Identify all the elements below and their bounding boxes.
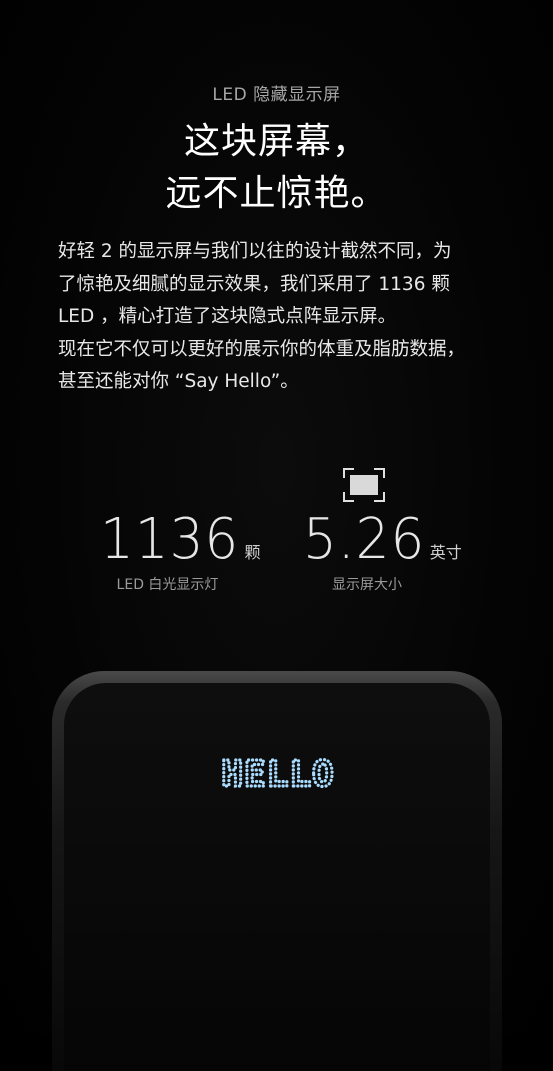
headline-line-1: 这块屏幕， [183,121,369,162]
stat-led-count: 1136 颗 LED 白光显示灯 [100,508,270,594]
stat-screen-size-caption: 显示屏大小 [332,577,402,593]
description: 好轻 2 的显示屏与我们以往的设计截然不同，为 了惊艳及细腻的显示效果，我们采用… [58,236,518,399]
scale-device [52,671,502,1071]
eyebrow-label: LED 隐藏显示屏 [212,85,341,105]
description-line: 现在它不仅可以更好的展示你的体重及脂肪数据， [58,338,466,360]
stat-screen-size-unit: 英寸 [429,543,462,562]
description-line: 了惊艳及细腻的显示效果，我们采用了 1136 颗 [58,273,450,295]
led-display-text: HELLO [221,757,334,791]
stat-led-count-value: 1136 [100,507,240,572]
description-line: 甚至还能对你 “Say Hello”。 [58,371,299,392]
description-line: 好轻 2 的显示屏与我们以往的设计截然不同，为 [58,241,452,262]
headline-line-2: 远不止惊艳。 [165,173,388,214]
scale-display-face [64,683,490,1071]
stat-led-count-unit: 颗 [244,543,261,562]
stat-screen-size: 5.26 英寸 显示屏大小 [303,508,473,594]
stat-led-count-caption: LED 白光显示灯 [116,577,219,593]
screen-size-icon [343,468,385,502]
description-line: LED ，精心打造了这块隐式点阵显示屏。 [58,306,397,327]
stat-screen-size-value: 5.26 [303,507,426,572]
led-dot-matrix-display: HELLO [220,757,336,791]
